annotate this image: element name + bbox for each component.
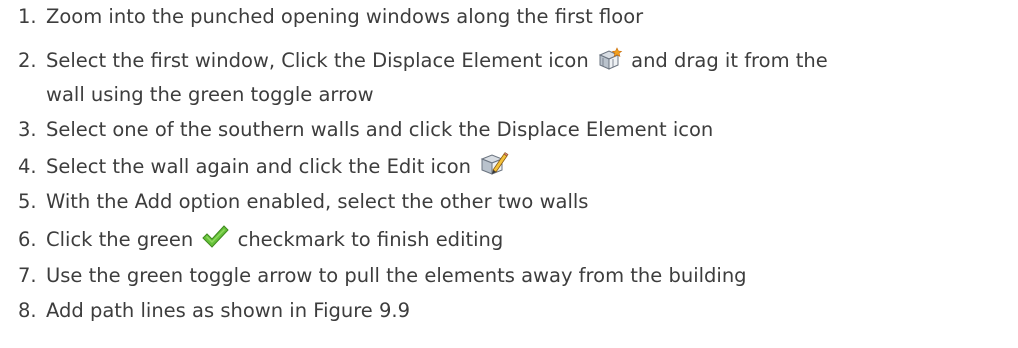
- step-number: 3.: [18, 118, 37, 141]
- step-3: 3. Select one of the southern walls and …: [0, 113, 1018, 147]
- step-text-continued: checkmark to finish editing: [237, 228, 504, 251]
- edit-icon: [479, 151, 509, 188]
- step-text: Add path lines as shown in Figure 9.9: [46, 299, 411, 322]
- step-text: Click the green: [46, 228, 194, 251]
- step-number: 7.: [18, 264, 37, 287]
- step-number: 2.: [18, 49, 37, 72]
- step-text: Select the first window, Click the Displ…: [46, 49, 589, 72]
- step-5: 5. With the Add option enabled, select t…: [0, 185, 1018, 219]
- step-2: 2. Select the first window, Click the Di…: [0, 44, 1018, 82]
- step-4: 4. Select the wall again and click the E…: [0, 150, 1018, 188]
- step-2-wrap: wall using the green toggle arrow: [0, 78, 1018, 112]
- step-text-continued: and drag it from the: [631, 49, 828, 72]
- step-7: 7. Use the green toggle arrow to pull th…: [0, 259, 1018, 293]
- step-number: 4.: [18, 155, 37, 178]
- step-number: 6.: [18, 228, 37, 251]
- step-text: With the Add option enabled, select the …: [46, 190, 589, 213]
- step-text: Use the green toggle arrow to pull the e…: [46, 264, 747, 287]
- green-checkmark-icon: [201, 224, 230, 261]
- step-number: 1.: [18, 5, 37, 28]
- step-number: 5.: [18, 190, 37, 213]
- step-text: Zoom into the punched opening windows al…: [46, 5, 644, 28]
- displace-element-icon: [597, 47, 623, 82]
- step-1: 1. Zoom into the punched opening windows…: [0, 0, 1018, 34]
- step-text: Select the wall again and click the Edit…: [46, 155, 471, 178]
- step-8: 8. Add path lines as shown in Figure 9.9: [0, 294, 1018, 328]
- step-text: Select one of the southern walls and cli…: [46, 118, 714, 141]
- step-number: 8.: [18, 299, 37, 322]
- step-6: 6. Click the green checkmark to finish e…: [0, 223, 1018, 261]
- step-text-wrap: wall using the green toggle arrow: [46, 83, 374, 106]
